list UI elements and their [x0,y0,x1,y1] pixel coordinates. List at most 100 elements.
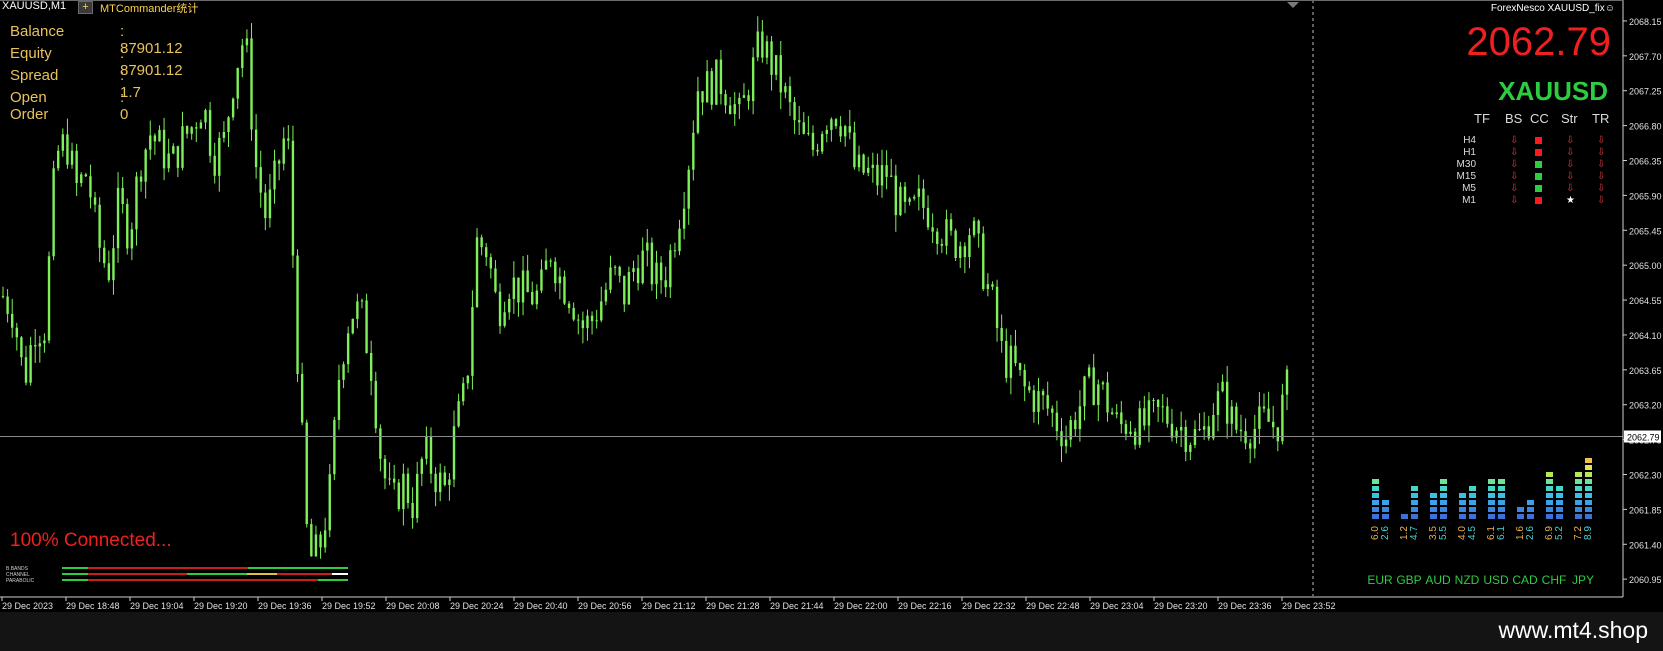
candle-body [609,267,612,290]
bs-arrow-icon: ⇩ [1510,183,1519,194]
candle-body [337,379,341,420]
candle-body [715,59,718,105]
candle-body [1055,412,1059,432]
candle-body [1152,400,1155,402]
meter-segment [1546,493,1553,498]
meter-segment [1498,507,1505,512]
time-tick-label: 29 Dec 2023 [2,601,53,611]
candle-body [1216,391,1220,415]
candle-body [816,149,819,152]
candle-body [112,248,115,281]
candle-body [779,55,782,93]
candle-body [765,41,769,58]
candle-body [287,138,290,141]
candle-body [351,318,354,334]
time-tick-label: 29 Dec 22:48 [1026,601,1080,611]
price-tick-label: 2067.25 [1629,87,1662,97]
meter-segment [1372,486,1379,491]
price-tick-label: 2068.15 [1629,17,1662,27]
candle-body [1083,376,1086,407]
meter-group-aud: 3.5 5.5 AUD [1424,415,1452,591]
meter-segment [1411,493,1418,498]
candle-body [462,383,465,402]
meter-segment [1488,479,1495,484]
price-tick-label: 2063.20 [1629,401,1662,411]
meter-currency-label: CHF [1541,573,1567,587]
time-tick-label: 29 Dec 19:52 [322,601,376,611]
candle-body [830,119,833,130]
candle-body [1005,340,1008,378]
candle-body [742,95,746,98]
candle-body [498,291,502,326]
legend-parabolic: PARABOLIC [6,578,35,584]
candle-body [747,95,750,102]
candle-body [1092,367,1095,405]
price-tick-label: 2065.00 [1629,261,1662,271]
price-tick-label: 2067.70 [1629,52,1662,62]
meter-segment [1585,458,1592,463]
candle-body [554,261,557,284]
candle-body [544,260,548,270]
candle-body [517,277,520,303]
candle-body [273,160,276,190]
candle-body [420,458,423,474]
meter-currency-label: JPY [1571,573,1594,587]
meter-segment [1440,479,1447,484]
meter-segment [1469,514,1476,519]
price-tick-label: 2065.90 [1629,191,1662,201]
candle-body [995,286,999,329]
plus-button[interactable]: + [78,1,93,14]
tf-row-label: H1 [1463,147,1476,158]
candle-body [922,188,925,208]
candle-body [1235,406,1238,430]
meter-segment [1469,507,1476,512]
price-tick-label: 2065.45 [1629,226,1662,236]
tf-header-str: Str [1561,111,1578,126]
candle-body [664,280,667,288]
candle-body [646,242,649,251]
candle-body [144,149,147,182]
meter-segment [1430,493,1437,498]
time-tick-label: 29 Dec 22:32 [962,601,1016,611]
candle-body [6,296,9,314]
candle-body [310,524,313,557]
tf-table-header: TF BS CC Str TR [1440,111,1620,127]
tf-row-label: H4 [1463,135,1476,146]
signal-legend: B.BANDS CHANNEL PARABOLIC [6,566,34,584]
candle-body [678,228,681,252]
meter-segment [1382,500,1389,505]
indicator-tab[interactable]: MTCommander统计 [100,0,198,16]
candle-body [43,340,46,344]
candle-body [1110,412,1114,415]
candle-body [1138,408,1141,445]
candle-body [1193,429,1197,445]
tf-table: H4 ⇩ ⇩ ⇩ H1 ⇩ ⇩ ⇩ M30 ⇩ ⇩ ⇩ M15 ⇩ ⇩ ⇩ M5 ⇩ ⇩ ⇩ M1 ⇩ ★ ⇩ [1440,135,1620,210]
meter-segment [1517,507,1524,512]
meter-group-eur: 6.0 2.6 EUR [1366,415,1394,591]
candle-body [655,262,658,285]
chart-shift-marker[interactable] [1287,2,1299,8]
candle-body [167,153,170,169]
candle-body [770,41,773,75]
time-tick-label: 29 Dec 20:56 [578,601,632,611]
candle-body [383,458,387,479]
candle-body [1106,382,1109,413]
time-tick-label: 29 Dec 23:36 [1218,601,1272,611]
meter-segment [1430,514,1437,519]
price-tick-label: 2061.85 [1629,505,1662,515]
bs-arrow-icon: ⇩ [1510,135,1519,146]
candle-body [908,198,911,202]
candle-body [1230,406,1233,424]
meter-segment [1372,514,1379,519]
candle-body [323,530,327,548]
str-indicator-icon: ★ [1566,195,1575,206]
candle-body [1032,390,1036,412]
tf-header-tr: TR [1592,111,1610,126]
candle-body [181,126,184,168]
candle-body [719,59,723,95]
candle-body [162,129,166,169]
candle-body [480,237,483,248]
tr-arrow-icon: ⇩ [1597,147,1606,158]
tf-row-m15: M15 ⇩ ⇩ ⇩ [1440,171,1606,183]
meter-group-gbp: 1.2 4.7 GBP [1395,415,1423,591]
